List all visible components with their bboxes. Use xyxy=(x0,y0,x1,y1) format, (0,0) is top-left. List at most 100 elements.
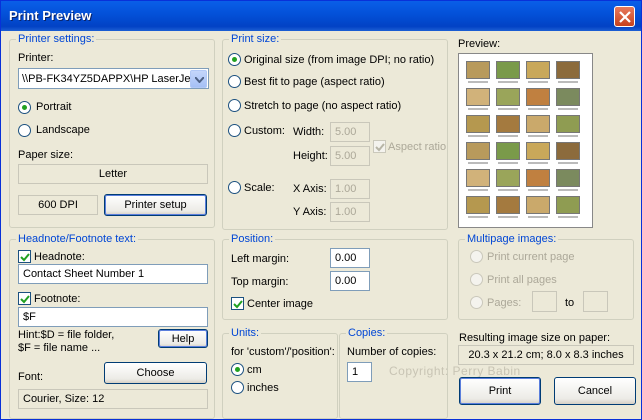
preview-thumbnail xyxy=(496,169,520,187)
footnote-input[interactable]: $F xyxy=(18,307,208,327)
preview-thumbnail-caption xyxy=(528,108,548,110)
custom-radio[interactable] xyxy=(228,124,241,137)
width-input[interactable]: 5.00 xyxy=(330,122,370,142)
printer-setup-button[interactable]: Printer setup xyxy=(104,194,207,216)
preview-thumbnail xyxy=(526,196,550,214)
title-bar[interactable]: Print Preview xyxy=(1,1,641,31)
preview-thumbnail xyxy=(556,142,580,160)
preview-thumbnail-caption xyxy=(498,216,518,218)
x-axis-input[interactable]: 1.00 xyxy=(330,179,370,199)
height-input[interactable]: 5.00 xyxy=(330,146,370,166)
preview-thumbnail-caption xyxy=(468,189,488,191)
aspect-ratio-checkbox[interactable] xyxy=(373,140,386,153)
checkmark-icon xyxy=(20,295,30,304)
font-value: Courier, Size: 12 xyxy=(18,389,208,409)
printer-dropdown-button[interactable] xyxy=(190,70,207,88)
preview-thumbnail-caption xyxy=(528,216,548,218)
landscape-radio[interactable] xyxy=(18,124,31,137)
headnote-checkbox[interactable] xyxy=(18,250,31,263)
left-margin-label: Left margin: xyxy=(231,253,290,265)
x-axis-label: X Axis: xyxy=(293,183,327,195)
top-margin-input[interactable]: 0.00 xyxy=(330,271,370,291)
preview-thumbnail xyxy=(556,196,580,214)
footnote-checkbox[interactable] xyxy=(18,292,31,305)
units-legend: Units: xyxy=(229,327,262,339)
pages-range-radio[interactable] xyxy=(470,296,483,309)
portrait-label[interactable]: Portrait xyxy=(36,101,71,113)
original-size-label[interactable]: Original size (from image DPI; no ratio) xyxy=(244,54,434,66)
print-current-page-label[interactable]: Print current page xyxy=(487,251,574,263)
pages-range-label[interactable]: Pages: xyxy=(487,297,521,309)
preview-thumbnail xyxy=(466,88,490,106)
footnote-label[interactable]: Footnote: xyxy=(34,293,80,305)
preview-thumbnail-caption xyxy=(468,135,488,137)
y-axis-input[interactable]: 1.00 xyxy=(330,202,370,222)
best-fit-label[interactable]: Best fit to page (aspect ratio) xyxy=(244,76,385,88)
copies-input[interactable]: 1 xyxy=(347,362,372,382)
center-image-label[interactable]: Center image xyxy=(247,298,313,310)
preview-thumbnail xyxy=(556,61,580,79)
preview-thumbnail-caption xyxy=(558,162,578,164)
hint-line-2: $F = file name ... xyxy=(18,342,101,354)
result-value: 20.3 x 21.2 cm; 8.0 x 8.3 inches xyxy=(458,345,634,365)
position-legend: Position: xyxy=(229,233,276,245)
paper-size-label: Paper size: xyxy=(18,149,74,161)
preview-thumbnail xyxy=(466,142,490,160)
stretch-label[interactable]: Stretch to page (no aspect ratio) xyxy=(244,100,401,112)
print-current-page-radio[interactable] xyxy=(470,250,483,263)
hint-line-1: Hint:$D = file folder, xyxy=(18,329,115,341)
copies-label: Number of copies: xyxy=(347,346,437,358)
print-all-pages-radio[interactable] xyxy=(470,273,483,286)
left-margin-input[interactable]: 0.00 xyxy=(330,248,370,268)
custom-label[interactable]: Custom: xyxy=(244,125,285,137)
headnote-input[interactable]: Contact Sheet Number 1 xyxy=(18,264,208,284)
preview-thumbnail-caption xyxy=(468,108,488,110)
headnote-label[interactable]: Headnote: xyxy=(34,251,85,263)
portrait-radio[interactable] xyxy=(18,101,31,114)
preview-thumbnail-caption xyxy=(528,189,548,191)
headnote-footnote-legend: Headnote/Footnote text: xyxy=(16,233,139,245)
preview-thumbnail-caption xyxy=(498,162,518,164)
close-button[interactable] xyxy=(614,6,635,27)
pages-to-input[interactable] xyxy=(583,291,608,312)
best-fit-radio[interactable] xyxy=(228,75,241,88)
landscape-label[interactable]: Landscape xyxy=(36,124,90,136)
preview-thumbnail xyxy=(496,61,520,79)
preview-thumbnail-caption xyxy=(498,81,518,83)
copies-legend: Copies: xyxy=(346,327,388,339)
cm-radio[interactable] xyxy=(231,363,244,376)
close-icon xyxy=(619,11,631,23)
preview-thumbnail xyxy=(466,196,490,214)
aspect-ratio-label[interactable]: Aspect ratio xyxy=(388,141,446,153)
print-size-legend: Print size: xyxy=(229,33,282,45)
printer-select-value: \\PB-FK34YZ5DAPPX\HP LaserJe xyxy=(22,73,191,85)
cancel-button[interactable]: Cancel xyxy=(554,377,636,405)
choose-font-button[interactable]: Choose xyxy=(104,362,207,384)
checkmark-icon xyxy=(233,300,243,309)
preview-thumbnail xyxy=(466,61,490,79)
center-image-checkbox[interactable] xyxy=(231,297,244,310)
paper-size-value: Letter xyxy=(18,164,208,184)
scale-radio[interactable] xyxy=(228,181,241,194)
top-margin-label: Top margin: xyxy=(231,276,289,288)
printer-select[interactable]: \\PB-FK34YZ5DAPPX\HP LaserJe xyxy=(18,68,209,89)
stretch-radio[interactable] xyxy=(228,99,241,112)
inches-label[interactable]: inches xyxy=(247,382,279,394)
preview-thumbnail-caption xyxy=(558,216,578,218)
print-button[interactable]: Print xyxy=(459,377,541,405)
y-axis-label: Y Axis: xyxy=(293,206,327,218)
print-all-pages-label[interactable]: Print all pages xyxy=(487,274,557,286)
preview-thumbnail xyxy=(556,169,580,187)
multipage-legend: Multipage images: xyxy=(465,233,559,245)
preview-thumbnail-caption xyxy=(468,81,488,83)
original-size-radio[interactable] xyxy=(228,53,241,66)
cm-label[interactable]: cm xyxy=(247,364,262,376)
preview-label: Preview: xyxy=(458,38,501,50)
scale-label[interactable]: Scale: xyxy=(244,182,275,194)
preview-pane xyxy=(458,53,593,228)
help-button[interactable]: Help xyxy=(158,329,208,348)
preview-thumbnail-caption xyxy=(528,81,548,83)
preview-thumbnail xyxy=(496,115,520,133)
inches-radio[interactable] xyxy=(231,381,244,394)
pages-from-input[interactable] xyxy=(532,291,557,312)
